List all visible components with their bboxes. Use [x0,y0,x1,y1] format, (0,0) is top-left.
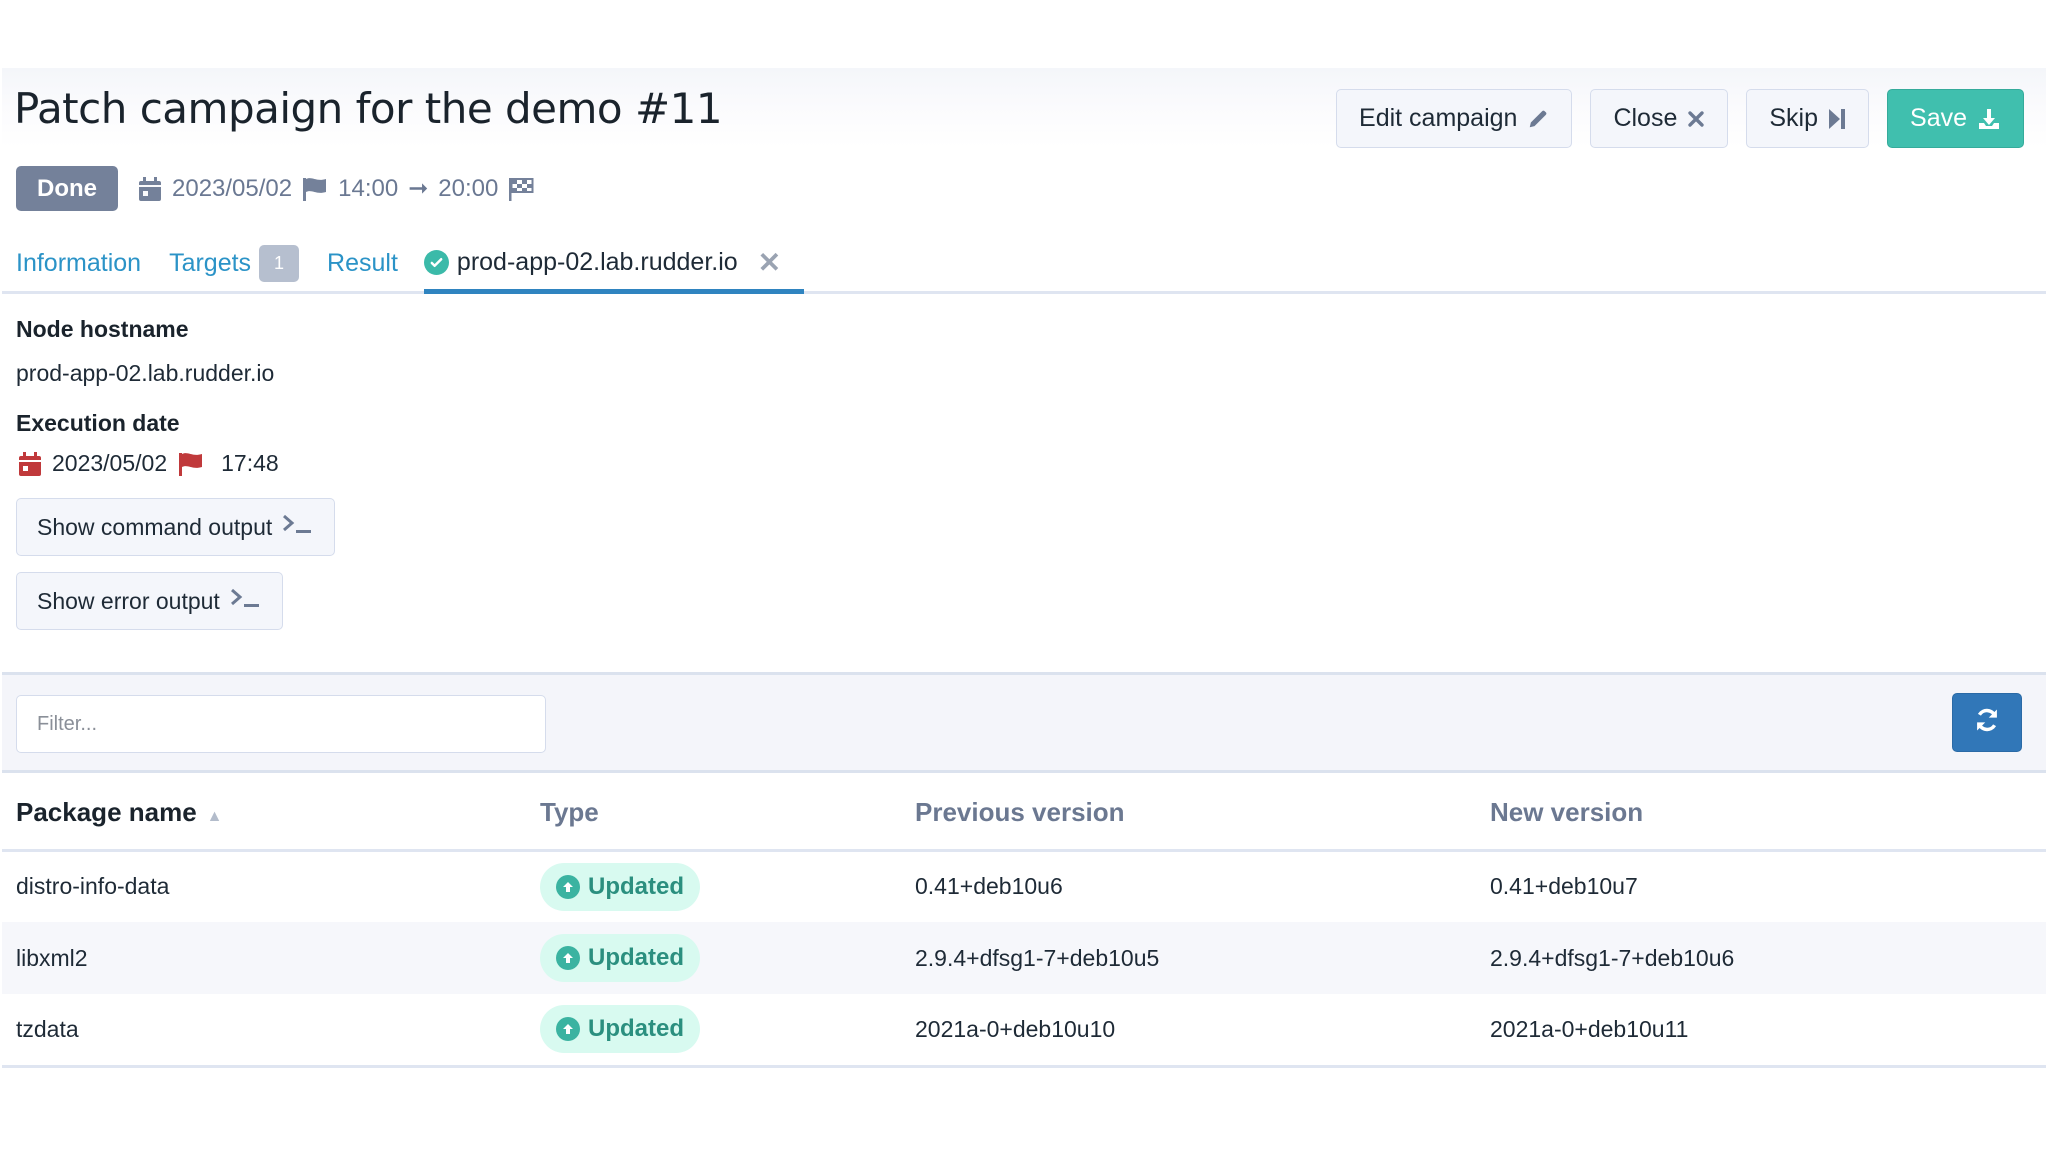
type-cell: Updated [526,922,901,994]
execution-date-value: 2023/05/02 17:48 [18,450,279,477]
targets-count-badge: 1 [259,245,300,282]
schedule-start-time: 14:00 [338,174,399,202]
check-circle-icon [423,250,449,275]
arrow-up-circle-icon [556,1017,580,1042]
tab-information[interactable]: Information [2,236,155,291]
tab-targets-label: Targets [169,249,252,277]
close-button[interactable]: Close [1590,89,1729,148]
sort-ascending-icon: ▲ [206,807,223,825]
checkered-flag-icon [508,177,534,201]
column-package-name-label: Package name [16,796,197,827]
download-icon [1977,107,2001,131]
package-filter-bar [2,672,2046,773]
column-header-previous-version[interactable]: Previous version [901,776,1476,852]
edit-campaign-button[interactable]: Edit campaign [1336,89,1573,148]
new-version-cell: 0.41+deb10u7 [1490,873,1638,900]
tab-information-label: Information [16,249,142,277]
table-row: libxml2 Updated 2.9.4+dfsg1-7+deb10u5 2.… [2,922,2046,994]
type-cell: Updated [526,850,901,922]
campaign-tabs: Information Targets 1 Result prod-app-02… [2,236,2046,294]
node-hostname-value: prod-app-02.lab.rudder.io [16,360,275,386]
execution-date: 2023/05/02 [52,450,168,476]
skip-button[interactable]: Skip [1746,89,1870,148]
type-label: Updated [588,944,684,971]
package-name-cell: distro-info-data [16,873,170,900]
arrow-up-circle-icon [556,946,580,970]
new-version-cell: 2021a-0+deb10u11 [1476,994,2046,1068]
new-version-cell: 2.9.4+dfsg1-7+deb10u6 [1476,922,2046,994]
close-label: Close [1613,104,1678,132]
show-command-output-label: Show command output [37,513,273,540]
column-header-package-name[interactable]: Package name ▲ [2,776,526,852]
refresh-icon [1973,706,2001,739]
previous-version-cell: 2.9.4+dfsg1-7+deb10u5 [901,922,1476,994]
column-header-new-version[interactable]: New version [1476,776,2046,852]
close-icon [1687,110,1705,128]
updated-badge: Updated [540,862,700,911]
arrow-right-icon: ➞ [408,175,429,202]
tab-targets[interactable]: Targets 1 [155,236,313,291]
pencil-icon [1527,108,1549,130]
tab-result-label: Result [327,249,398,277]
campaign-actions: Edit campaign Close Skip Save [1336,89,2024,148]
packages-table: Package name ▲ Type Previous version New … [2,776,2046,1068]
execution-time: 17:48 [221,450,279,476]
show-command-output-button[interactable]: Show command output [16,498,336,556]
save-label: Save [1910,104,1967,132]
previous-version-cell: 2021a-0+deb10u10 [901,994,1476,1068]
skip-label: Skip [1769,104,1819,132]
status-badge: Done [16,166,118,211]
type-label: Updated [588,1015,684,1043]
updated-badge: Updated [540,934,700,982]
package-name-cell: libxml2 [2,922,526,994]
table-row: distro-info-data Updated 0.41+deb10u6 0.… [2,850,2046,922]
terminal-icon [282,513,314,541]
tab-node-result-label: prod-app-02.lab.rudder.io [456,248,738,276]
calendar-icon [138,176,162,202]
refresh-button[interactable] [1952,693,2022,752]
skip-forward-icon [1828,108,1846,130]
calendar-icon [18,451,42,477]
table-row: tzdata Updated 2021a-0+deb10u10 2021a-0+… [2,994,2046,1068]
column-type-label: Type [540,796,599,827]
previous-version-cell: 0.41+deb10u6 [915,873,1063,900]
package-name-cell: tzdata [2,994,526,1068]
flag-icon [302,177,328,201]
type-cell: Updated [526,994,901,1068]
column-previous-version-label: Previous version [915,796,1125,827]
node-hostname-label: Node hostname [16,316,189,342]
execution-date-label: Execution date [16,410,180,436]
table-header-row: Package name ▲ Type Previous version New … [2,776,2046,852]
tab-result[interactable]: Result [313,236,412,291]
schedule-date: 2023/05/02 [172,174,293,202]
flag-icon [177,452,205,476]
edit-campaign-label: Edit campaign [1359,104,1518,132]
close-tab-icon[interactable]: ✕ [758,246,781,279]
show-error-output-button[interactable]: Show error output [16,572,283,630]
tab-node-result[interactable]: prod-app-02.lab.rudder.io ✕ [423,236,804,294]
column-new-version-label: New version [1490,796,1644,827]
arrow-up-circle-icon [556,874,580,899]
campaign-schedule: Done 2023/05/02 14:00 ➞ 20:00 [16,166,534,211]
updated-badge: Updated [540,1005,700,1054]
show-error-output-label: Show error output [37,587,220,614]
filter-input[interactable] [16,695,546,753]
page-title: Patch campaign for the demo #11 [14,84,723,133]
schedule-end-time: 20:00 [438,174,499,202]
top-spacer [0,0,2048,68]
type-label: Updated [588,872,684,900]
save-button[interactable]: Save [1887,89,2024,148]
terminal-icon [230,587,262,615]
column-header-type[interactable]: Type [526,776,901,852]
